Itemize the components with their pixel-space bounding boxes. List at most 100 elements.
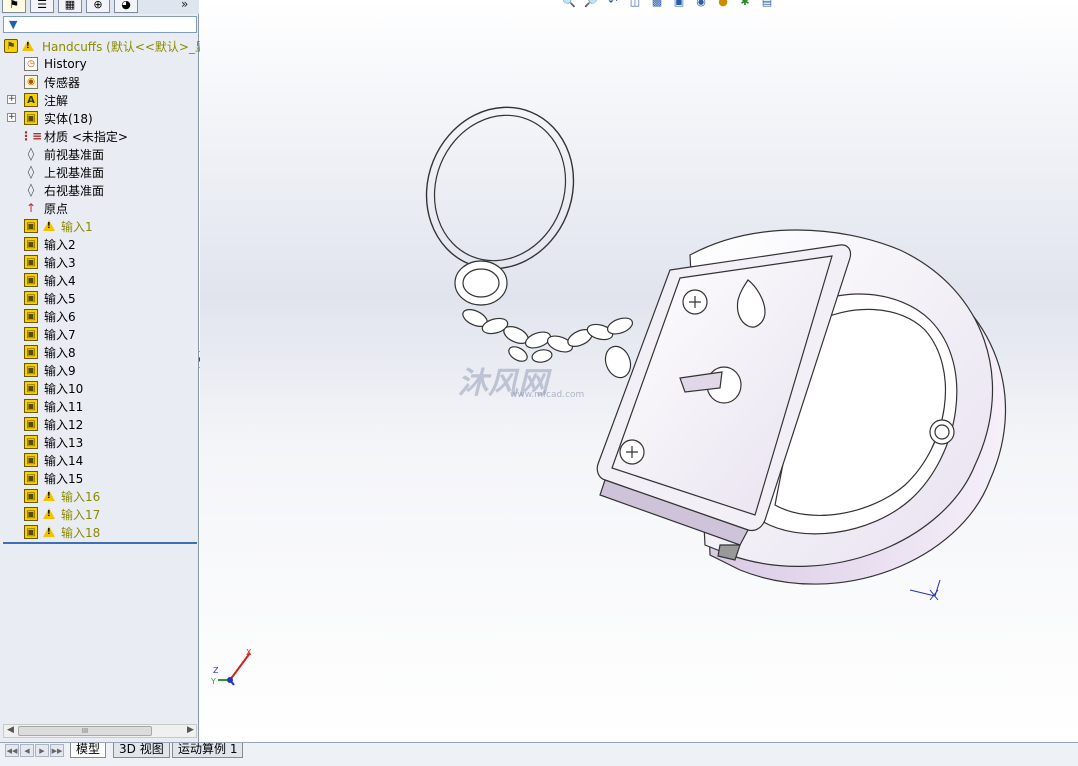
tree-item-label: 材质 <未指定>: [44, 129, 128, 144]
graphics-area[interactable]: 🔍 🔎 ↶ ◫ ▩ ▣ ◉ ● ✱ ▤ 沐风网 www.mfcad.com X …: [200, 0, 1078, 742]
tree-root-handcuffs[interactable]: ⚑ Handcuffs (默认<<默认>_显: [0, 37, 207, 55]
first-tab-icon[interactable]: ◀◀: [5, 744, 19, 757]
configuration-manager-tab-icon[interactable]: ▦: [58, 0, 82, 13]
tree-item-label: 输入3: [44, 255, 76, 270]
tree-horizontal-scrollbar[interactable]: ◀ III ▶: [3, 724, 197, 738]
imported-body-icon: ▣: [24, 507, 38, 521]
tree-item-label: 输入11: [44, 399, 84, 414]
tree-item-import-18[interactable]: ▣ 输入18: [0, 523, 199, 541]
imported-body-icon: ▣: [24, 363, 38, 377]
tree-item-import-11[interactable]: ▣ 输入11: [0, 397, 199, 415]
tree-item-import-15[interactable]: ▣ 输入15: [0, 469, 199, 487]
material-icon: ⋮≡: [19, 129, 43, 143]
tree-item-import-9[interactable]: ▣ 输入9: [0, 361, 199, 379]
tab-motion-study-1[interactable]: 运动算例 1: [172, 743, 244, 758]
tree-item-front-plane[interactable]: ◊ 前视基准面: [0, 145, 199, 163]
tree-item-label: 输入7: [44, 327, 76, 342]
tab-model[interactable]: 模型: [70, 743, 107, 758]
tree-item-import-8[interactable]: ▣ 输入8: [0, 343, 199, 361]
key-ring: [425, 106, 575, 306]
expand-tabs-icon[interactable]: »: [181, 0, 188, 11]
tree-item-solid-bodies[interactable]: + ▣ 实体(18): [0, 109, 199, 127]
scroll-thumb[interactable]: III: [18, 726, 152, 736]
origin-icon: ↑: [25, 201, 37, 215]
tree-item-label: History: [44, 57, 87, 71]
imported-body-icon: ▣: [24, 345, 38, 359]
imported-body-icon: ▣: [24, 453, 38, 467]
tree-item-import-16[interactable]: ▣ 输入16: [0, 487, 199, 505]
property-manager-tab-icon[interactable]: ☰: [30, 0, 54, 13]
tree-item-import-6[interactable]: ▣ 输入6: [0, 307, 199, 325]
tree-item-label: 输入12: [44, 417, 84, 432]
triad-y-label: Y: [210, 677, 216, 686]
tree-item-label: 前视基准面: [44, 147, 105, 162]
tree-item-label: 输入1: [61, 219, 93, 234]
tree-item-label: 输入8: [44, 345, 76, 360]
prev-tab-icon[interactable]: ◀: [20, 744, 34, 757]
tree-item-import-4[interactable]: ▣ 输入4: [0, 271, 199, 289]
handcuffs-model[interactable]: [200, 0, 1078, 742]
triad-z-label: Z: [213, 666, 219, 675]
display-manager-tab-icon[interactable]: ◕: [114, 0, 138, 13]
imported-body-icon: ▣: [24, 399, 38, 413]
tree-item-import-14[interactable]: ▣ 输入14: [0, 451, 199, 469]
bottom-tab-bar: ◀◀ ◀ ▶ ▶▶ 模型 3D 视图 运动算例 1: [0, 742, 1078, 766]
tree-item-import-1[interactable]: ▣ 输入1: [0, 217, 199, 235]
tree-item-label: 输入9: [44, 363, 76, 378]
sensor-icon: ◉: [24, 75, 38, 89]
filter-icon: ▼: [9, 18, 18, 31]
tree-item-import-3[interactable]: ▣ 输入3: [0, 253, 199, 271]
last-tab-icon[interactable]: ▶▶: [50, 744, 64, 757]
imported-body-icon: ▣: [24, 471, 38, 485]
scroll-right-icon[interactable]: ▶: [187, 725, 194, 735]
imported-body-icon: ▣: [24, 381, 38, 395]
expand-plus-icon[interactable]: +: [7, 95, 16, 104]
tree-item-sensors[interactable]: ◉ 传感器: [0, 73, 199, 91]
expand-plus-icon[interactable]: +: [7, 113, 16, 122]
scroll-left-icon[interactable]: ◀: [7, 725, 14, 735]
warning-icon: [43, 220, 55, 231]
tree-item-annotations[interactable]: + A 注解: [0, 91, 199, 109]
tree-item-import-2[interactable]: ▣ 输入2: [0, 235, 199, 253]
tree-item-history[interactable]: ◷ History: [0, 55, 199, 73]
tree-item-import-17[interactable]: ▣ 输入17: [0, 505, 199, 523]
tree-item-label: 输入18: [61, 525, 101, 540]
tree-item-label: 输入15: [44, 471, 84, 486]
tree-item-top-plane[interactable]: ◊ 上视基准面: [0, 163, 199, 181]
tree-item-right-plane[interactable]: ◊ 右视基准面: [0, 181, 199, 199]
rotate-center-indicator: [909, 579, 941, 601]
warning-icon: [43, 490, 55, 501]
imported-body-icon: ▣: [24, 309, 38, 323]
rollback-bar[interactable]: [3, 542, 197, 544]
imported-body-icon: ▣: [24, 291, 38, 305]
tree-item-import-10[interactable]: ▣ 输入10: [0, 379, 199, 397]
tree-item-label: 输入5: [44, 291, 76, 306]
imported-body-icon: ▣: [24, 237, 38, 251]
annotation-icon: A: [24, 93, 38, 107]
tab-3d-view[interactable]: 3D 视图: [113, 743, 170, 758]
tree-item-origin[interactable]: ↑ 原点: [0, 199, 199, 217]
tree-item-import-13[interactable]: ▣ 输入13: [0, 433, 199, 451]
imported-body-icon: ▣: [24, 273, 38, 287]
tree-item-import-12[interactable]: ▣ 输入12: [0, 415, 199, 433]
root-label: Handcuffs (默认<<默认>_显: [42, 39, 207, 54]
triad-x-label: X: [246, 648, 252, 657]
tree-item-label: 输入4: [44, 273, 76, 288]
next-tab-icon[interactable]: ▶: [35, 744, 49, 757]
feature-manager-panel: ⚑ ☰ ▦ ⊕ ◕ » ▼ ⚑ Handcuffs (默认<<默认>_显 ◷ H…: [0, 0, 207, 742]
panel-tab-bar: ⚑ ☰ ▦ ⊕ ◕ »: [0, 0, 199, 14]
tree-item-label: 注解: [44, 93, 69, 108]
solid-bodies-icon: ▣: [24, 111, 38, 125]
dimxpert-tab-icon[interactable]: ⊕: [86, 0, 110, 13]
tree-item-label: 输入14: [44, 453, 84, 468]
plane-icon: ◊: [27, 182, 35, 198]
tree-item-label: 输入6: [44, 309, 76, 324]
feature-filter-input[interactable]: ▼: [3, 16, 197, 33]
tree-item-material[interactable]: ⋮≡ 材质 <未指定>: [0, 127, 199, 145]
imported-body-icon: ▣: [24, 417, 38, 431]
tree-item-import-5[interactable]: ▣ 输入5: [0, 289, 199, 307]
imported-body-icon: ▣: [24, 525, 38, 539]
warning-icon: [22, 40, 34, 51]
tree-item-import-7[interactable]: ▣ 输入7: [0, 325, 199, 343]
feature-manager-tab-icon[interactable]: ⚑: [2, 0, 26, 13]
